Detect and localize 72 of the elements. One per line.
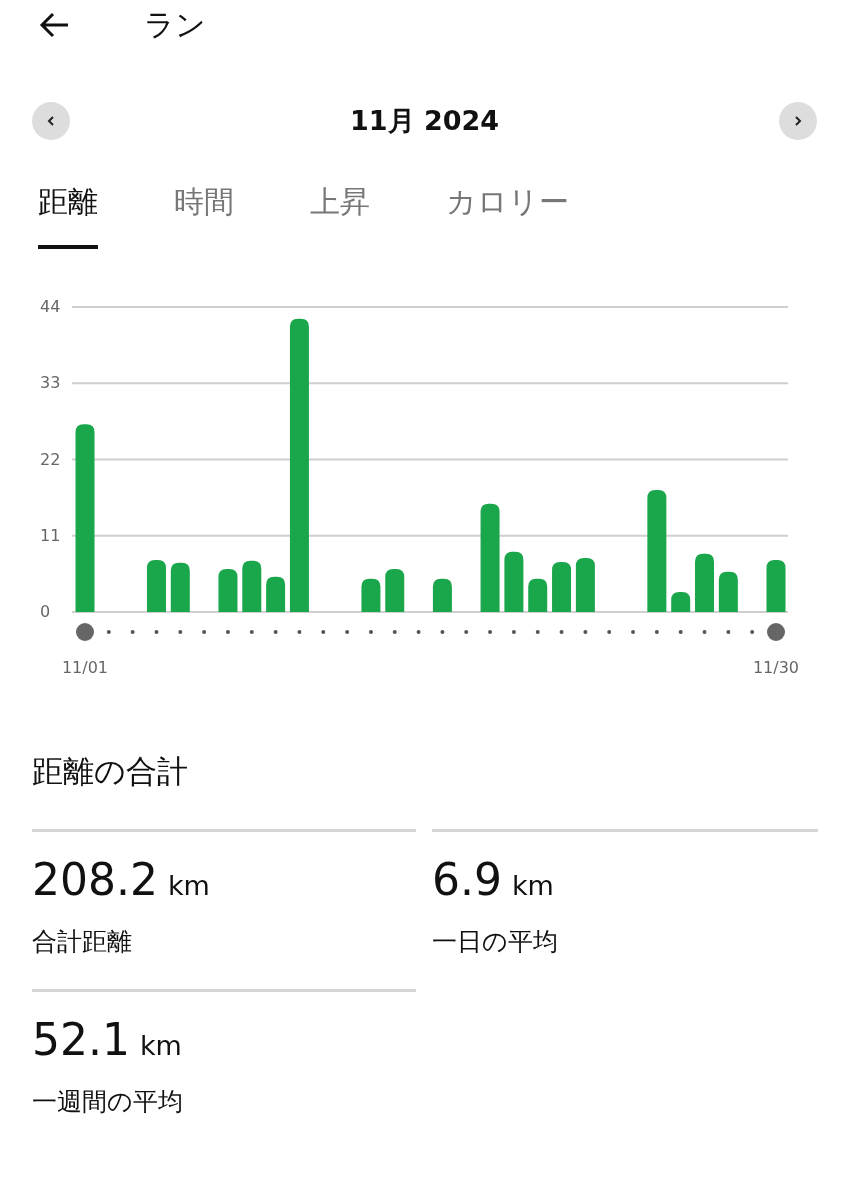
back-arrow-icon[interactable] <box>38 11 70 39</box>
day-dot <box>535 630 540 634</box>
stat-value: 52.1 <box>32 1014 130 1065</box>
metric-tab[interactable]: カロリー <box>446 182 569 249</box>
y-axis-label: 44 <box>40 297 61 316</box>
day-dot <box>273 630 278 634</box>
stat-unit: km <box>512 870 554 901</box>
month-label: 11月 2024 <box>349 104 500 138</box>
day-dot <box>488 630 493 634</box>
distance-bar <box>695 553 714 612</box>
stat-label: 一週間の平均 <box>32 1086 184 1118</box>
page-title: ラン <box>144 5 206 44</box>
x-axis-label: 11/30 <box>752 658 800 677</box>
distance-bar <box>528 578 548 612</box>
metric-tab[interactable]: 上昇 <box>310 182 370 249</box>
distance-bar <box>170 562 190 612</box>
day-dot <box>202 630 207 634</box>
distance-bar <box>766 560 786 612</box>
day-dot <box>440 630 445 634</box>
day-dot <box>678 630 683 634</box>
day-dot <box>106 630 111 634</box>
y-axis-label: 0 <box>40 602 51 621</box>
day-dot <box>559 630 564 634</box>
y-axis-label: 22 <box>40 449 61 469</box>
distance-bar <box>266 576 286 612</box>
stat-unit: km <box>139 1030 182 1061</box>
distance-bar <box>671 591 691 612</box>
metric-tab[interactable]: 距離 <box>38 182 98 249</box>
distance-bar <box>504 551 524 612</box>
section-heading: 距離の合計 <box>31 752 189 791</box>
day-dot <box>726 630 731 634</box>
chevron-left-icon <box>45 115 57 127</box>
y-axis-label: 11 <box>40 525 61 545</box>
distance-bar <box>718 571 738 612</box>
day-dot <box>511 630 516 634</box>
distance-bar <box>242 560 262 612</box>
day-dot <box>154 630 159 634</box>
day-dot <box>345 630 350 634</box>
y-axis-label: 33 <box>40 373 61 393</box>
day-dot <box>750 630 755 634</box>
day-dot <box>583 630 588 634</box>
day-dot <box>130 630 135 634</box>
range-handle[interactable] <box>767 623 785 641</box>
day-dot <box>392 630 397 634</box>
chevron-right-icon <box>792 115 804 127</box>
metric-tab[interactable]: 時間 <box>174 182 234 249</box>
day-dot <box>225 630 230 634</box>
day-dot <box>368 630 373 634</box>
day-dot <box>321 630 326 634</box>
day-dot <box>607 630 612 634</box>
distance-bar <box>147 560 166 612</box>
day-dot <box>631 630 636 634</box>
stat-value: 6.9 <box>432 854 502 905</box>
distance-bar <box>218 569 238 612</box>
day-dot <box>249 630 254 634</box>
distance-bar <box>552 562 572 612</box>
stat-unit: km <box>167 870 210 901</box>
day-dot <box>702 630 707 634</box>
day-dot <box>464 630 469 634</box>
range-handle[interactable] <box>76 623 94 641</box>
stat-value: 208.2 <box>32 854 158 905</box>
stat-label: 合計距離 <box>32 926 133 958</box>
day-dot <box>654 630 659 634</box>
day-dot <box>416 630 421 634</box>
distance-bar <box>575 557 595 612</box>
x-axis-label: 11/01 <box>61 658 109 677</box>
distance-bar <box>385 569 405 612</box>
stat-label: 一日の平均 <box>432 926 559 958</box>
distance-bar <box>361 578 381 612</box>
distance-bar <box>432 578 452 612</box>
day-dot <box>297 630 302 634</box>
day-dot <box>178 630 183 634</box>
